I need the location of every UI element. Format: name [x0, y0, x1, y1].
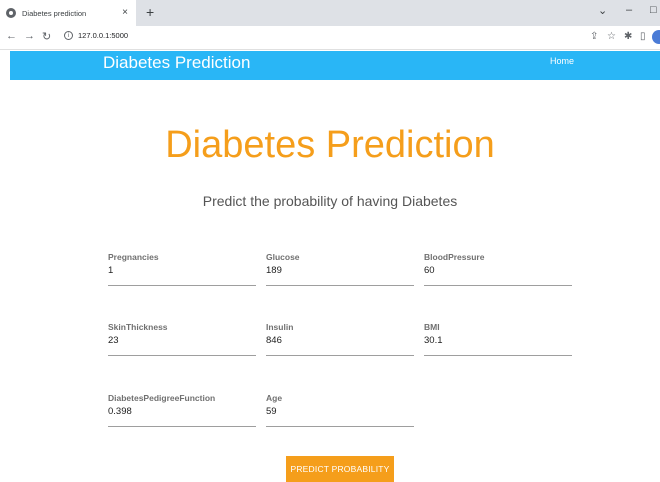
side-panel-icon[interactable]: ▯ [640, 31, 646, 42]
tab-close-icon[interactable]: × [122, 7, 128, 18]
navbar-brand[interactable]: Diabetes Prediction [103, 53, 250, 73]
minimize-icon[interactable]: – [626, 4, 632, 16]
glucose-field: Glucose [266, 252, 414, 286]
browser-tab-strip: Diabetes prediction × + ⌄ – □ [0, 0, 660, 26]
bookmark-star-icon[interactable]: ☆ [607, 31, 616, 42]
new-tab-icon[interactable]: + [146, 4, 154, 20]
globe-icon [6, 8, 16, 18]
insulin-field: Insulin [266, 322, 414, 356]
age-field: Age [266, 393, 414, 427]
field-label: BMI [424, 322, 440, 332]
restore-icon[interactable]: □ [650, 4, 657, 16]
field-label: SkinThickness [108, 322, 168, 332]
pedigree-function-field: DiabetesPedigreeFunction [108, 393, 256, 427]
page-title: Diabetes Prediction [165, 124, 495, 166]
profile-avatar[interactable] [652, 30, 660, 44]
predict-probability-button[interactable]: PREDICT PROBABILITY [286, 456, 394, 482]
insulin-input[interactable] [266, 335, 414, 346]
pedigree-function-input[interactable] [108, 406, 256, 417]
url-text: 127.0.0.1:5000 [78, 31, 129, 40]
field-label: Glucose [266, 252, 300, 262]
forward-icon[interactable]: → [24, 30, 35, 42]
glucose-input[interactable] [266, 265, 414, 276]
skin-thickness-field: SkinThickness [108, 322, 256, 356]
pregnancies-field: Pregnancies [108, 252, 256, 286]
blood-pressure-input[interactable] [424, 265, 572, 276]
tab-search-icon[interactable]: ⌄ [598, 4, 607, 17]
field-label: Pregnancies [108, 252, 159, 262]
site-navbar: Diabetes Prediction Home [10, 51, 660, 80]
field-label: DiabetesPedigreeFunction [108, 393, 216, 403]
extensions-icon[interactable]: ✱ [624, 31, 632, 42]
age-input[interactable] [266, 406, 414, 417]
home-link[interactable]: Home [550, 56, 574, 66]
bmi-field: BMI [424, 322, 572, 356]
share-icon[interactable]: ⇪ [590, 31, 598, 42]
skin-thickness-input[interactable] [108, 335, 256, 346]
url-field[interactable]: i 127.0.0.1:5000 [64, 31, 128, 40]
bmi-input[interactable] [424, 335, 572, 346]
site-info-icon[interactable]: i [64, 31, 73, 40]
field-label: Age [266, 393, 283, 403]
browser-tab[interactable]: Diabetes prediction × [0, 0, 136, 26]
page-subtitle: Predict the probability of having Diabet… [202, 193, 458, 209]
address-bar: ← → ↻ i 127.0.0.1:5000 ⇪ ☆ ✱ ▯ [0, 26, 660, 50]
tab-title: Diabetes prediction [22, 8, 87, 18]
back-icon[interactable]: ← [6, 30, 17, 42]
field-label: Insulin [266, 322, 294, 332]
blood-pressure-field: BloodPressure [424, 252, 572, 286]
field-label: BloodPressure [424, 252, 485, 262]
reload-icon[interactable]: ↻ [42, 30, 51, 43]
pregnancies-input[interactable] [108, 265, 256, 276]
